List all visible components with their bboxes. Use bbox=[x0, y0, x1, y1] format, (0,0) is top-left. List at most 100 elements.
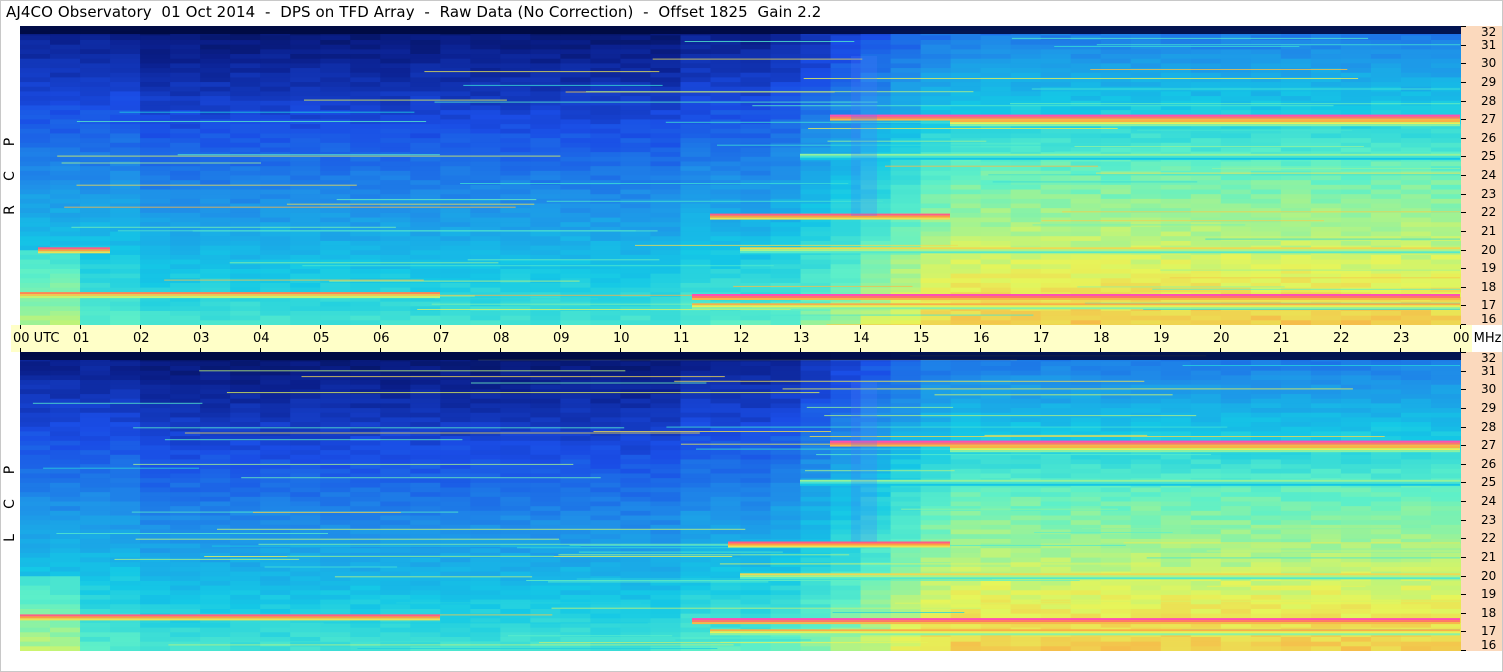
spectrogram-cell bbox=[380, 259, 411, 265]
spectrogram-cell bbox=[50, 403, 81, 409]
spectrogram-cell bbox=[350, 82, 381, 88]
spectrogram-cell bbox=[980, 194, 1012, 200]
spectrogram-cell bbox=[1130, 273, 1162, 279]
spectrogram-cell bbox=[50, 562, 81, 568]
spectrogram-cell bbox=[620, 68, 652, 74]
spectrogram-cell bbox=[560, 152, 591, 158]
spectrogram-cell bbox=[620, 594, 652, 601]
spectrogram-cell bbox=[800, 114, 832, 121]
spectrogram-cell bbox=[380, 133, 411, 139]
spectrogram-cell bbox=[980, 86, 1012, 92]
spectrogram-cell bbox=[530, 222, 561, 228]
spectrogram-cell bbox=[830, 315, 862, 321]
spectrogram-cell bbox=[500, 86, 531, 92]
bright-band bbox=[20, 294, 440, 297]
spectrogram-cell bbox=[440, 310, 471, 317]
spectrogram-cell bbox=[710, 138, 742, 144]
spectrogram-cell bbox=[50, 622, 81, 629]
spectrogram-cell bbox=[200, 194, 231, 200]
interference-line bbox=[1169, 277, 1460, 279]
time-tick-label: 18 bbox=[1093, 331, 1110, 346]
time-tick bbox=[440, 325, 441, 329]
spectrogram-cell bbox=[530, 268, 561, 275]
spectrogram-cell bbox=[530, 68, 561, 74]
spectrogram-cell bbox=[500, 68, 531, 74]
spectrogram-cell bbox=[1070, 184, 1102, 191]
spectrogram-cell bbox=[260, 646, 291, 651]
spectrogram-cell bbox=[500, 478, 531, 484]
spectrogram-cell bbox=[560, 128, 591, 135]
spectrogram-cell bbox=[740, 180, 772, 186]
spectrogram-cell bbox=[950, 231, 982, 237]
spectrogram-cell bbox=[1100, 54, 1132, 60]
spectrogram-cell bbox=[680, 492, 712, 498]
spectrogram-cell bbox=[230, 189, 261, 195]
spectrogram-cell bbox=[710, 208, 742, 214]
spectrogram-cell bbox=[530, 627, 561, 633]
spectrogram-cell bbox=[260, 96, 291, 102]
spectrogram-cell bbox=[290, 133, 321, 139]
spectrogram-cell bbox=[320, 571, 351, 577]
spectrogram-cell bbox=[140, 310, 171, 317]
spectrogram-cell bbox=[1220, 142, 1252, 149]
spectrogram-cell bbox=[800, 370, 832, 376]
spectrogram-cell bbox=[170, 54, 201, 60]
spectrogram-cell bbox=[350, 86, 381, 92]
spectrogram-cell bbox=[290, 310, 321, 317]
spectrogram-cell bbox=[740, 77, 772, 83]
spectrogram-cell bbox=[260, 77, 291, 83]
spectrogram-cell bbox=[1070, 273, 1102, 279]
spectrogram-cell bbox=[560, 315, 591, 321]
spectrogram-cell bbox=[680, 54, 712, 60]
spectrogram-cell bbox=[320, 361, 351, 367]
spectrogram-cell bbox=[230, 403, 261, 409]
spectrogram-cell bbox=[620, 557, 652, 563]
spectrogram-cell bbox=[1340, 240, 1372, 247]
spectrogram-cell bbox=[680, 370, 712, 376]
spectrogram-cell bbox=[710, 492, 742, 498]
spectrogram-cell bbox=[740, 515, 772, 521]
spectrogram-cell bbox=[530, 445, 561, 451]
spectrogram-cell bbox=[1040, 68, 1072, 74]
spectrogram-cell bbox=[20, 412, 51, 418]
spectrogram-cell bbox=[110, 259, 141, 265]
spectrogram-cell bbox=[680, 166, 712, 172]
spectrogram-cell bbox=[1340, 278, 1372, 284]
spectrogram-cell bbox=[110, 543, 141, 549]
spectrogram-cell bbox=[650, 68, 682, 74]
spectrogram-cell bbox=[230, 408, 261, 414]
spectrogram-cell bbox=[290, 166, 321, 172]
spectrogram-cell bbox=[770, 403, 802, 409]
spectrogram-cell bbox=[320, 440, 351, 447]
spectrogram-cell bbox=[1010, 273, 1042, 279]
time-tick-label: 13 bbox=[793, 331, 810, 346]
spectrogram-cell bbox=[170, 524, 201, 531]
spectrogram-cell bbox=[380, 380, 411, 386]
spectrogram-cell bbox=[50, 366, 81, 372]
spectrogram-cell bbox=[110, 562, 141, 568]
spectrogram-cell bbox=[350, 431, 381, 437]
spectrogram-cell bbox=[110, 264, 141, 270]
spectrogram-cell bbox=[350, 380, 381, 386]
spectrogram-cell bbox=[170, 161, 201, 167]
spectrogram-cell bbox=[590, 282, 622, 289]
interference-line bbox=[64, 206, 516, 208]
spectrogram-cell bbox=[140, 520, 171, 526]
spectrogram-cell bbox=[110, 166, 141, 172]
spectrogram-cell bbox=[350, 370, 381, 376]
spectrogram-cell bbox=[200, 506, 231, 512]
spectrogram-cell bbox=[50, 473, 81, 479]
spectrogram-cell bbox=[1130, 68, 1162, 74]
spectrogram-cell bbox=[560, 394, 591, 400]
spectrogram-cell bbox=[1280, 54, 1312, 60]
spectrogram-cell bbox=[590, 464, 622, 470]
spectrogram-cell bbox=[650, 49, 682, 55]
spectrogram-cell bbox=[260, 54, 291, 60]
spectrogram-cell bbox=[1400, 310, 1432, 317]
spectrogram-cell bbox=[650, 431, 682, 437]
spectrogram-cell bbox=[260, 44, 291, 50]
bright-band bbox=[950, 122, 1460, 125]
spectrogram-cell bbox=[650, 613, 682, 619]
spectrogram-cell bbox=[290, 35, 321, 41]
spectrogram-cell bbox=[260, 576, 291, 582]
